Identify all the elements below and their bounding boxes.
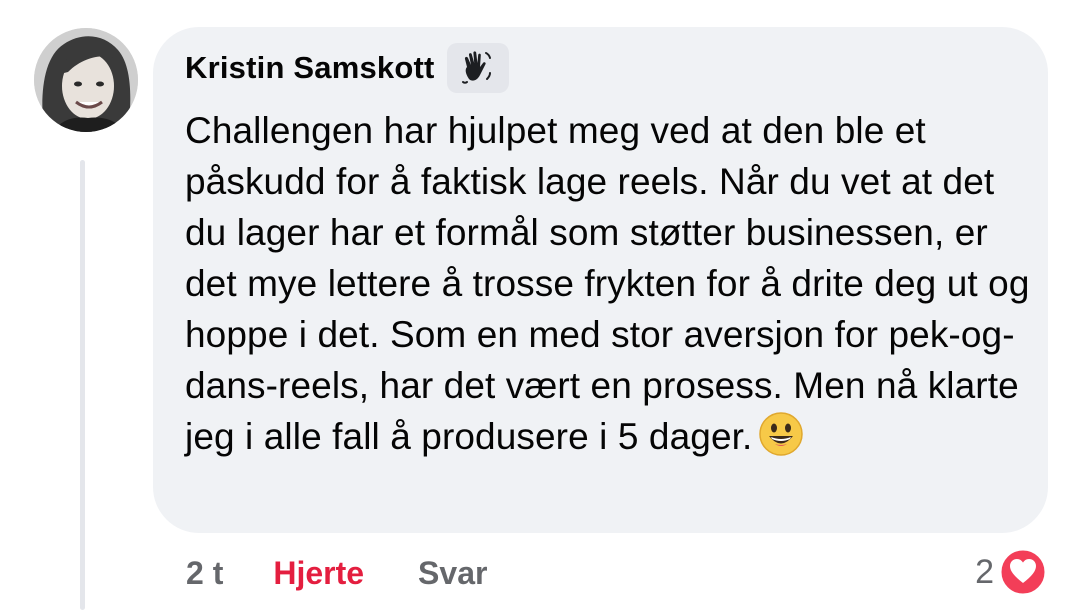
heart-icon [998, 547, 1048, 597]
comment-header: Kristin Samskott [185, 43, 509, 93]
reaction-summary[interactable]: 2 [975, 546, 1048, 598]
avatar[interactable] [34, 28, 138, 132]
reaction-count: 2 [975, 552, 994, 591]
comment-text: Challengen har hjulpet meg ved at den bl… [185, 110, 1030, 457]
comment-timestamp[interactable]: 2 t [186, 555, 223, 592]
thread-line [80, 160, 85, 610]
grinning-face-emoji-icon [758, 411, 804, 457]
comment-body: Challengen har hjulpet meg ved at den bl… [185, 105, 1035, 462]
react-button[interactable]: Hjerte [273, 555, 364, 592]
comment-bubble: Kristin Samskott Challengen har hjulpet … [153, 27, 1048, 533]
reply-button[interactable]: Svar [418, 555, 487, 592]
comment-actions: 2 t Hjerte Svar [186, 549, 487, 597]
avatar-photo [34, 28, 138, 132]
waving-hand-icon[interactable] [446, 43, 509, 93]
author-name[interactable]: Kristin Samskott [185, 50, 435, 86]
